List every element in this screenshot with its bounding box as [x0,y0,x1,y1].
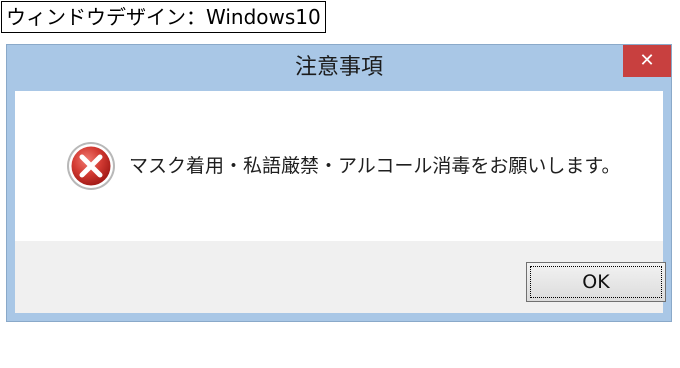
dialog-title: 注意事項 [294,55,383,80]
close-icon: ✕ [639,50,655,71]
dialog-client-area: マスク着用・私語厳禁・アルコール消毒をお願いします。 OK [15,91,666,313]
close-button[interactable]: ✕ [623,45,671,77]
title-bar[interactable]: 注意事項 ✕ [7,45,671,91]
message-area: マスク着用・私語厳禁・アルコール消毒をお願いします。 [15,91,663,241]
design-caption-label: ウィンドウデザイン：Windows10 [1,1,326,33]
ok-button[interactable]: OK [526,262,666,302]
dialog-window: 注意事項 ✕ マスク着用・私語厳禁・アルコール消毒をお願いします。 OK [6,44,672,322]
error-icon [67,142,115,190]
ok-button-label: OK [582,271,610,293]
dialog-message: マスク着用・私語厳禁・アルコール消毒をお願いします。 [129,155,621,177]
